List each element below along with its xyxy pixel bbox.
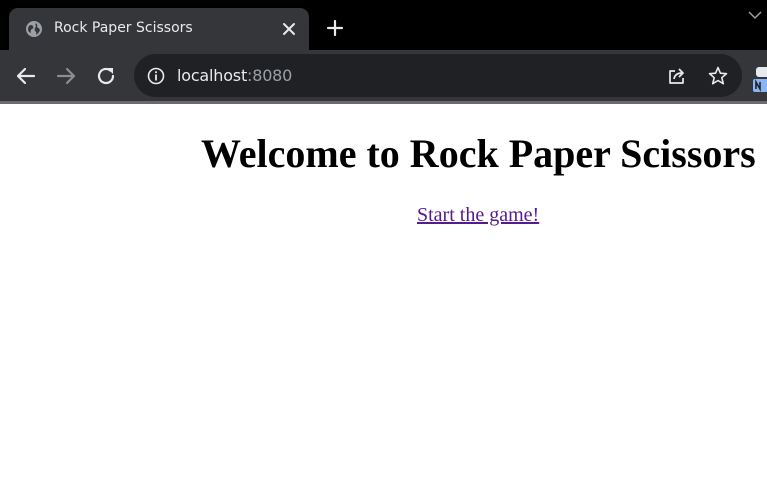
extension-icon[interactable] — [752, 65, 767, 95]
url-text[interactable]: localhost:8080 — [177, 66, 292, 85]
share-icon[interactable] — [666, 65, 688, 87]
browser-window: Rock Paper Scissors localhost:8080 Welco… — [0, 0, 767, 477]
url-host: localhost — [177, 66, 248, 85]
page-content: Welcome to Rock Paper Scissors Start the… — [0, 104, 767, 477]
info-icon[interactable] — [146, 66, 166, 86]
back-arrow-icon[interactable] — [12, 62, 40, 90]
chevron-down-icon[interactable] — [746, 8, 764, 22]
tab-strip: Rock Paper Scissors — [0, 0, 767, 50]
globe-icon — [26, 21, 42, 37]
url-port: :8080 — [247, 66, 293, 85]
plus-icon[interactable] — [324, 17, 346, 39]
page-heading: Welcome to Rock Paper Scissors — [201, 131, 756, 176]
reload-icon[interactable] — [92, 62, 120, 90]
close-icon[interactable] — [279, 19, 299, 39]
browser-toolbar: localhost:8080 — [0, 50, 767, 101]
address-bar[interactable]: localhost:8080 — [134, 54, 742, 97]
forward-arrow-icon[interactable] — [52, 62, 80, 90]
start-game-link[interactable]: Start the game! — [417, 204, 539, 227]
active-tab[interactable]: Rock Paper Scissors — [9, 8, 309, 50]
star-icon[interactable] — [707, 65, 729, 87]
tab-title: Rock Paper Scissors — [54, 20, 193, 36]
